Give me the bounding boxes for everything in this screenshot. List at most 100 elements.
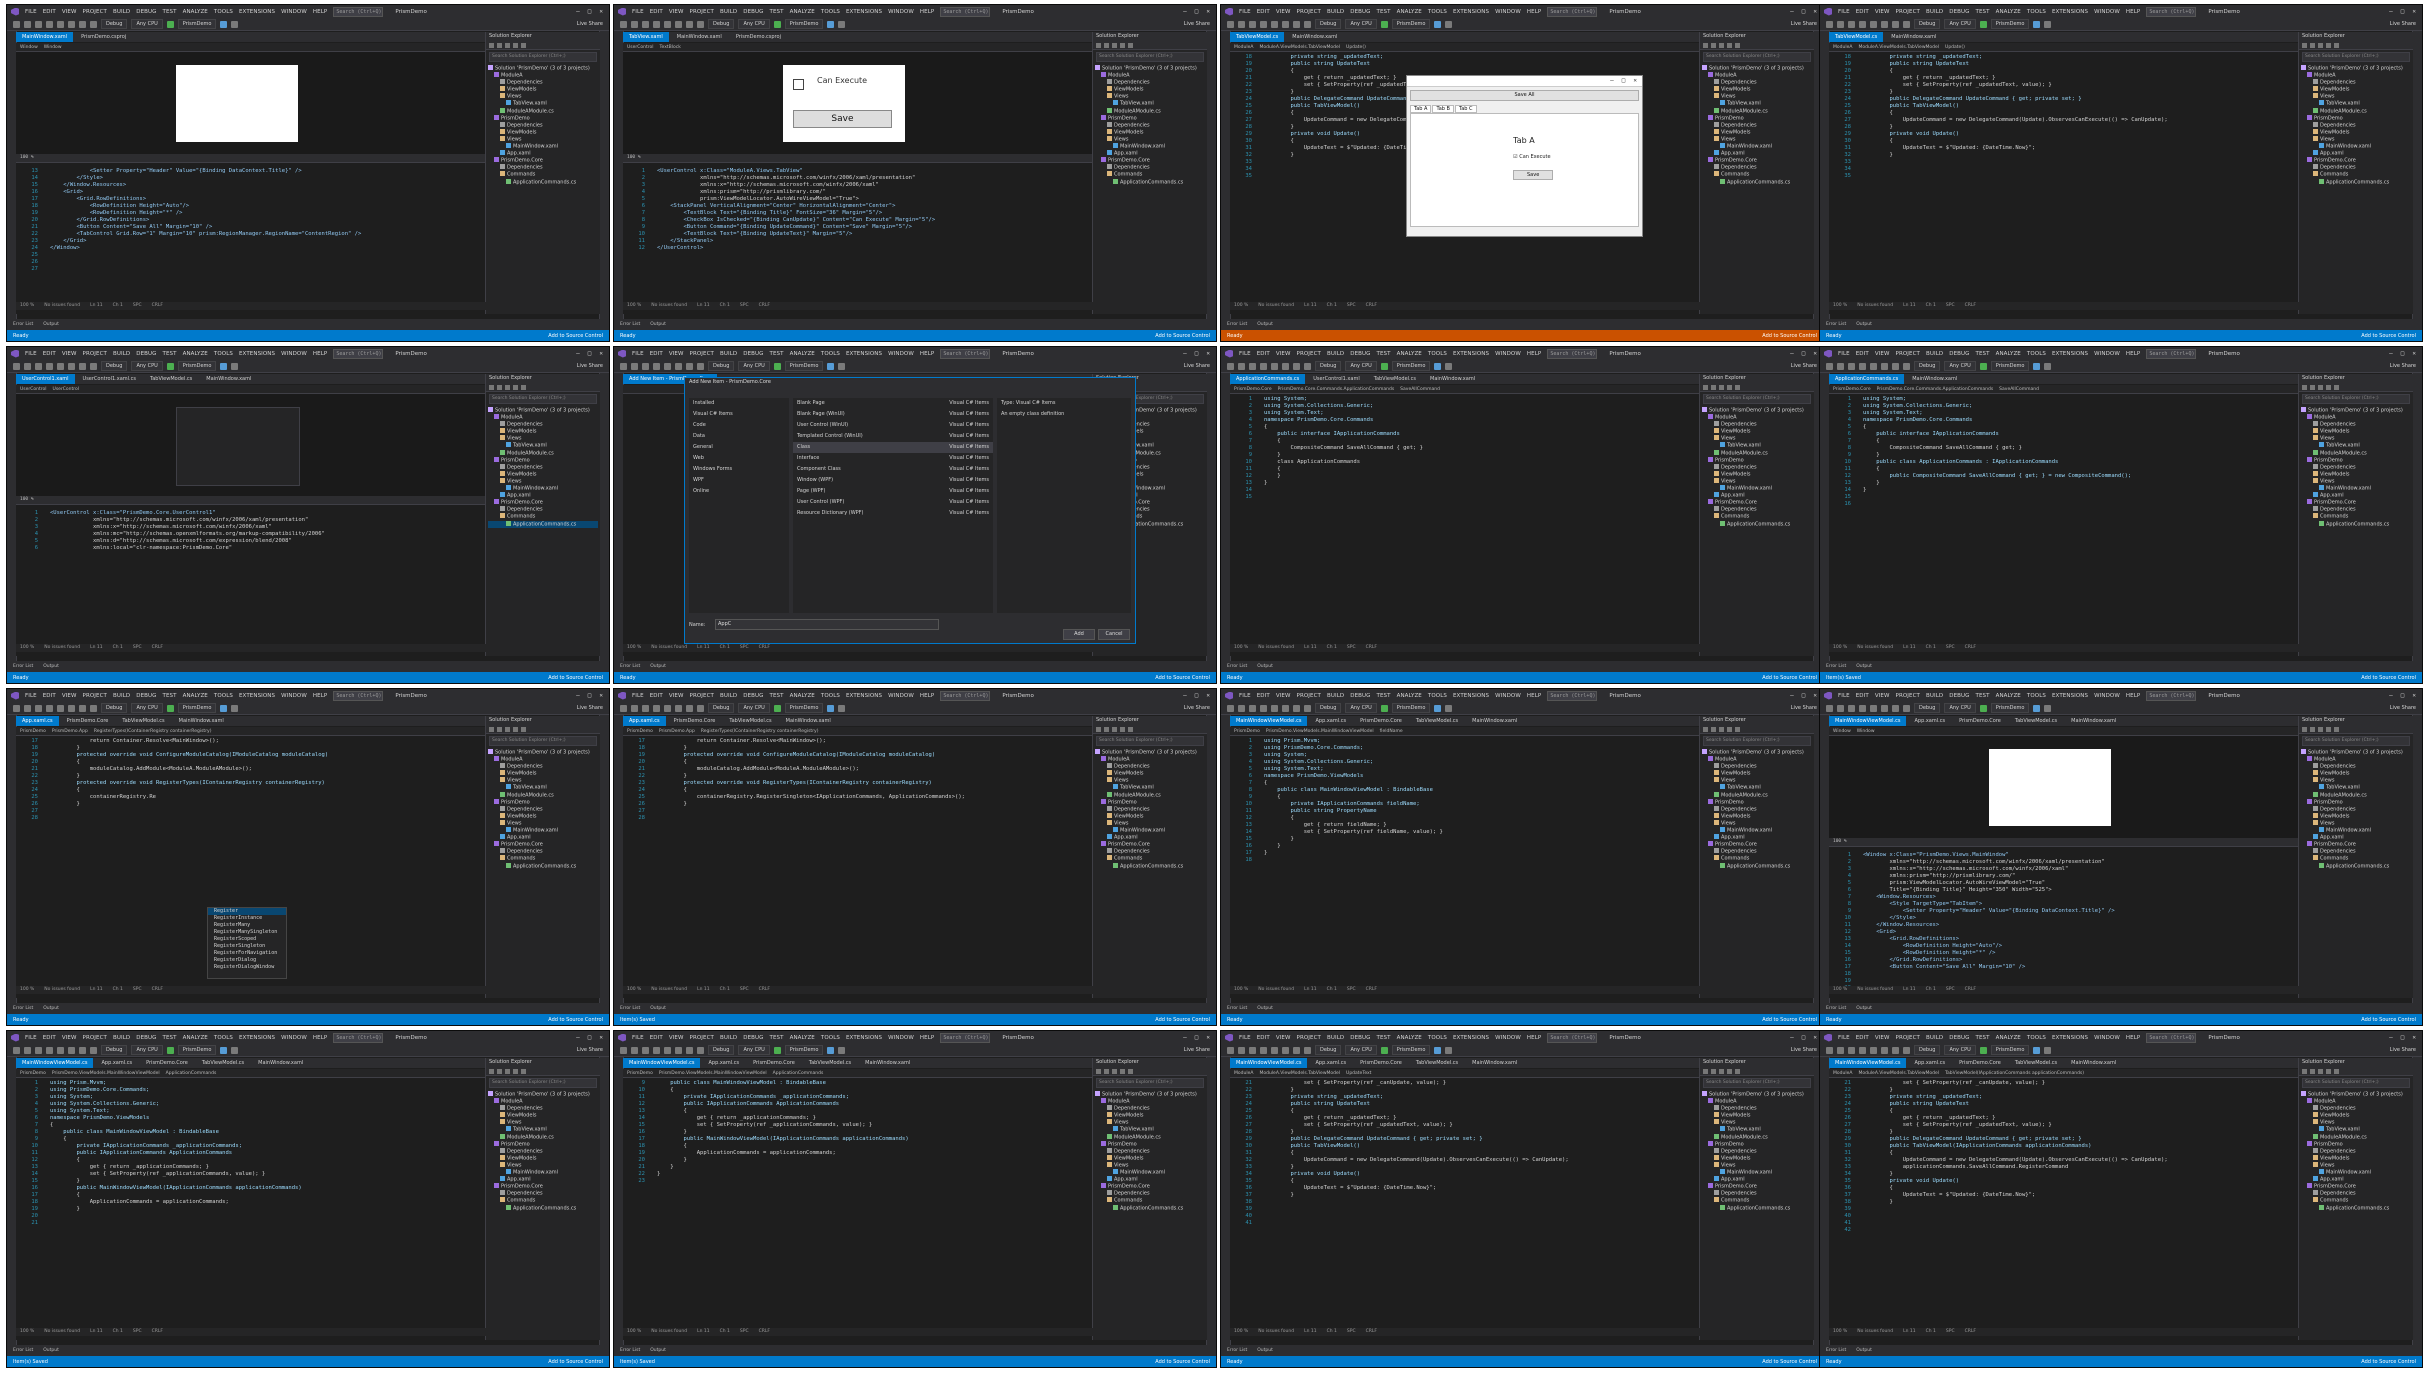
sync-icon[interactable]: [2310, 384, 2315, 390]
refresh-icon[interactable]: [2318, 1068, 2323, 1074]
menu-item[interactable]: ANALYZE: [183, 9, 208, 15]
tree-item[interactable]: Dependencies: [1095, 1105, 1205, 1112]
code-line[interactable]: containerRegistry.Re: [50, 794, 482, 801]
close-icon[interactable]: ✕: [1206, 1034, 1210, 1041]
output-tab[interactable]: Output: [43, 1348, 59, 1353]
menu-item[interactable]: TEST: [1377, 1035, 1391, 1041]
tree-item[interactable]: Dependencies: [2301, 463, 2411, 471]
tree-item[interactable]: Views: [1702, 135, 1812, 143]
tree-item[interactable]: Solution 'PrismDemo' (3 of 3 projects): [1702, 65, 1812, 72]
tree-item[interactable]: Dependencies: [2301, 848, 2411, 855]
nav-dropdown[interactable]: UserControl: [20, 385, 47, 393]
tree-item[interactable]: ViewModels: [488, 428, 598, 435]
tree-item[interactable]: ApplicationCommands.cs: [1702, 1204, 1812, 1212]
document-tab[interactable]: App.xaml.cs: [1309, 716, 1352, 726]
start-icon[interactable]: [773, 362, 781, 370]
tree-item[interactable]: PrismDemo.Core: [1095, 1183, 1205, 1190]
nav-dropdown[interactable]: UserControl: [53, 385, 80, 393]
menu-item[interactable]: WINDOW: [888, 1035, 914, 1041]
menu-item[interactable]: ANALYZE: [183, 693, 208, 699]
tree-item[interactable]: Views: [1095, 777, 1205, 784]
attach-icon[interactable]: [220, 1046, 228, 1054]
home-icon[interactable]: [1703, 42, 1708, 48]
menu-item[interactable]: ANALYZE: [1996, 351, 2021, 357]
forward-icon[interactable]: [1238, 1046, 1245, 1054]
save-icon[interactable]: [1870, 20, 1877, 28]
menu-item[interactable]: FILE: [25, 693, 37, 699]
code-line[interactable]: }: [1863, 487, 2295, 494]
menu-item[interactable]: ANALYZE: [790, 351, 815, 357]
minimize-icon[interactable]: —: [1183, 1034, 1187, 1041]
menu-item[interactable]: HELP: [920, 9, 934, 15]
document-tab[interactable]: UserControl1.xaml.cs: [77, 374, 142, 384]
output-tab[interactable]: Error List: [13, 322, 33, 327]
code-line[interactable]: using PrismDemo.Core.Commands;: [50, 1087, 482, 1094]
document-tab[interactable]: TabViewModel.cs: [1410, 716, 1464, 726]
menu-item[interactable]: EDIT: [1257, 1035, 1270, 1041]
nav-dropdown[interactable]: PrismDemo.Core: [1833, 385, 1871, 393]
breakpoint-icon[interactable]: [2044, 1046, 2052, 1054]
menu-item[interactable]: ANALYZE: [1397, 693, 1422, 699]
code-line[interactable]: public interface IApplicationCommands: [1264, 431, 1696, 438]
maximize-icon[interactable]: □: [1802, 692, 1806, 699]
document-tab[interactable]: PrismDemo.Core: [1953, 1058, 2007, 1068]
minimize-icon[interactable]: —: [1790, 692, 1794, 699]
tree-item[interactable]: Solution 'PrismDemo' (3 of 3 projects): [488, 749, 598, 756]
document-tab[interactable]: MainWindow.xaml: [2065, 716, 2122, 726]
code-line[interactable]: protected override void ConfigureModuleC…: [657, 752, 1089, 759]
tree-item[interactable]: App.xaml: [1095, 150, 1205, 157]
startup-project-dropdown[interactable]: PrismDemo: [1391, 19, 1431, 29]
code-line[interactable]: set { SetProperty(ref _updatedText, valu…: [1863, 82, 2295, 89]
code-line[interactable]: }: [1264, 836, 1696, 843]
nav-dropdown[interactable]: PrismDemo: [20, 1069, 46, 1077]
tree-item[interactable]: ApplicationCommands.cs: [488, 178, 598, 186]
category-item[interactable]: Visual C# Items: [689, 409, 789, 420]
tree-item[interactable]: ViewModels: [488, 770, 598, 777]
save-icon[interactable]: [1271, 362, 1278, 370]
close-icon[interactable]: ✕: [2412, 8, 2416, 15]
code-line[interactable]: public interface IApplicationCommands: [1863, 431, 2295, 438]
document-tab[interactable]: MainWindow.xaml: [1424, 374, 1481, 384]
tree-item[interactable]: MainWindow.xaml: [1095, 143, 1205, 150]
code-editor[interactable]: 100 % 13 14 15 16 17 18 19 20 21 22 23 24 25 26 27 <Set…: [16, 52, 486, 314]
close-icon[interactable]: ✕: [2412, 692, 2416, 699]
code-line[interactable]: }: [50, 1178, 482, 1185]
document-tab[interactable]: MainWindow.xaml: [1885, 32, 1942, 42]
menu-item[interactable]: PROJECT: [83, 351, 107, 357]
output-tab[interactable]: Error List: [13, 1348, 33, 1353]
tree-item[interactable]: PrismDemo.Core: [1095, 157, 1205, 164]
tree-item[interactable]: Commands: [1095, 1197, 1205, 1204]
add-to-source-control-button[interactable]: Add to Source Control: [1155, 1359, 1210, 1365]
forward-icon[interactable]: [631, 704, 638, 712]
completion-item[interactable]: RegisterSingleton: [208, 943, 286, 950]
platform-dropdown[interactable]: Any CPU: [1944, 703, 1976, 713]
code-line[interactable]: public TabViewModel(): [1264, 1143, 1696, 1150]
code-line[interactable]: prism:ViewModelLocator.AutoWireViewModel…: [657, 196, 1089, 203]
menu-item[interactable]: DEBUG: [1350, 9, 1370, 15]
menu-item[interactable]: VIEW: [62, 1035, 77, 1041]
document-tab[interactable]: TabViewModel.cs: [1829, 32, 1884, 42]
menu-item[interactable]: VIEW: [1875, 9, 1890, 15]
tree-item[interactable]: PrismDemo: [2301, 1140, 2411, 1148]
new-icon[interactable]: [642, 20, 649, 28]
nav-dropdown[interactable]: UpdateText: [1346, 1069, 1371, 1077]
tree-item[interactable]: App.xaml: [1702, 1176, 1812, 1183]
config-dropdown[interactable]: Debug: [1315, 19, 1342, 29]
menu-item[interactable]: FILE: [1838, 9, 1850, 15]
tree-item[interactable]: ViewModels: [1702, 470, 1812, 478]
sync-icon[interactable]: [497, 1068, 502, 1074]
code-line[interactable]: protected override void RegisterTypes(IC…: [657, 780, 1089, 787]
nav-dropdown[interactable]: Update(): [1945, 43, 1965, 51]
tree-item[interactable]: ApplicationCommands.cs: [2301, 1204, 2411, 1212]
code-line[interactable]: private void Update(): [1863, 1178, 2295, 1185]
code-line[interactable]: set { SetProperty(ref _updatedText, valu…: [1863, 1122, 2295, 1129]
code-line[interactable]: return Container.Resolve<MainWindow>();: [657, 738, 1089, 745]
code-editor[interactable]: 1 2 3 4 5 6 7 8 9 10 11 12 13 14 15 16 17 18 19 20 21 using P…: [16, 1078, 486, 1340]
attach-icon[interactable]: [1434, 362, 1442, 370]
menu-item[interactable]: EXTENSIONS: [2052, 351, 2088, 357]
nav-dropdown[interactable]: ModuleA: [1234, 1069, 1253, 1077]
undo-icon[interactable]: [686, 1046, 693, 1054]
close-icon[interactable]: ✕: [599, 8, 603, 15]
save-icon[interactable]: [1870, 1046, 1877, 1054]
tree-item[interactable]: PrismDemo.Core: [2301, 1183, 2411, 1190]
